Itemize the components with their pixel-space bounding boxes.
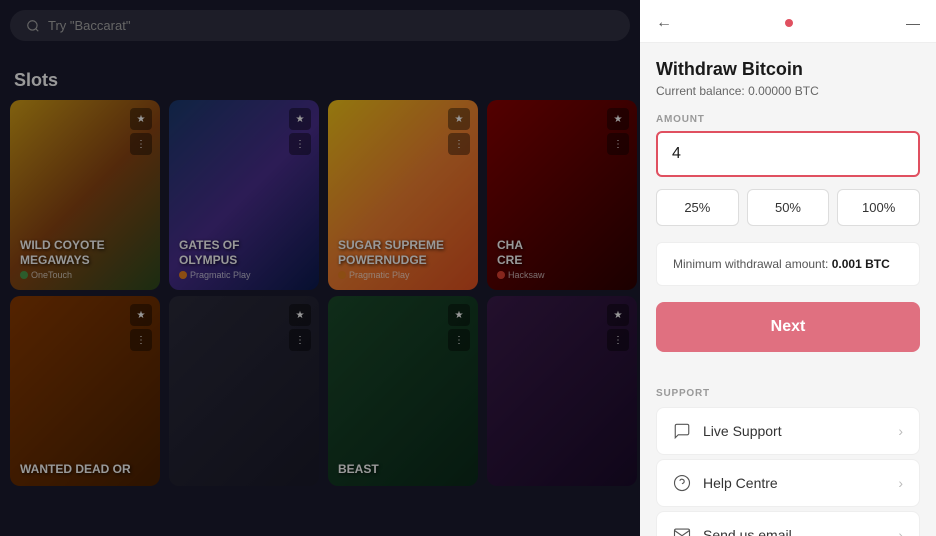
live-support-label: Live Support [703, 423, 886, 439]
pct-100-button[interactable]: 100% [837, 189, 920, 226]
progress-indicator [785, 19, 793, 27]
info-icon[interactable]: ⋮ [289, 329, 311, 351]
slots-heading: Slots [14, 70, 58, 91]
game-grid: ★ ⋮ WILD COYOTEMEGAWAYS OneTouch ★ ⋮ GAT… [10, 100, 640, 486]
chevron-icon: › [898, 527, 903, 536]
favorite-icon[interactable]: ★ [607, 304, 629, 326]
modal-body: Withdraw Bitcoin Current balance: 0.0000… [640, 43, 936, 388]
favorite-icon[interactable]: ★ [130, 108, 152, 130]
next-button[interactable]: Next [656, 302, 920, 352]
info-icon[interactable]: ⋮ [289, 133, 311, 155]
help-centre-item[interactable]: Help Centre › [656, 459, 920, 507]
casino-background: Try "Baccarat" Slots ★ ⋮ WILD COYOTEMEGA… [0, 0, 640, 536]
send-email-item[interactable]: Send us email › [656, 511, 920, 536]
game-title: WANTED DEAD OR [20, 462, 150, 476]
game-title: GATES OFOLYMPUS [179, 238, 309, 267]
pct-50-button[interactable]: 50% [747, 189, 830, 226]
info-icon[interactable]: ⋮ [448, 133, 470, 155]
game-title: WILD COYOTEMEGAWAYS [20, 238, 150, 267]
game-card[interactable]: ★ ⋮ CHACRE Hacksaw [487, 100, 637, 290]
game-provider: Pragmatic Play [179, 270, 309, 280]
search-placeholder: Try "Baccarat" [48, 18, 130, 33]
game-card[interactable]: ★ ⋮ [487, 296, 637, 486]
pct-25-button[interactable]: 25% [656, 189, 739, 226]
balance-label: Current balance: [656, 84, 745, 98]
send-email-label: Send us email [703, 527, 886, 536]
help-icon [673, 474, 691, 492]
game-card[interactable]: ★ ⋮ WANTED DEAD OR [10, 296, 160, 486]
percentage-buttons: 25% 50% 100% [656, 189, 920, 226]
game-title: CHACRE [497, 238, 627, 267]
balance-display: Current balance: 0.00000 BTC [656, 84, 920, 98]
chevron-icon: › [898, 423, 903, 439]
game-provider: OneTouch [20, 270, 150, 280]
game-card[interactable]: ★ ⋮ SUGAR SUPREMEPOWERNUDGE Pragmatic Pl… [328, 100, 478, 290]
min-amount: 0.001 BTC [832, 257, 890, 271]
info-icon[interactable]: ⋮ [448, 329, 470, 351]
info-icon[interactable]: ⋮ [130, 329, 152, 351]
chevron-icon: › [898, 475, 903, 491]
game-card[interactable]: ★ ⋮ GATES OFOLYMPUS Pragmatic Play [169, 100, 319, 290]
favorite-icon[interactable]: ★ [448, 304, 470, 326]
amount-label: AMOUNT [656, 114, 920, 125]
favorite-icon[interactable]: ★ [289, 304, 311, 326]
withdrawal-modal: ← — Withdraw Bitcoin Current balance: 0.… [640, 0, 936, 536]
chat-icon [673, 422, 691, 440]
favorite-icon[interactable]: ★ [448, 108, 470, 130]
info-icon[interactable]: ⋮ [607, 329, 629, 351]
favorite-icon[interactable]: ★ [130, 304, 152, 326]
minimize-button[interactable]: — [906, 15, 920, 31]
info-icon[interactable]: ⋮ [130, 133, 152, 155]
amount-input[interactable] [656, 131, 920, 177]
modal-header: ← — [640, 0, 936, 43]
info-icon[interactable]: ⋮ [607, 133, 629, 155]
game-card[interactable]: ★ ⋮ WILD COYOTEMEGAWAYS OneTouch [10, 100, 160, 290]
game-provider: Pragmatic Play [338, 270, 468, 280]
modal-title: Withdraw Bitcoin [656, 59, 920, 80]
min-label: Minimum withdrawal amount: [673, 257, 828, 271]
game-card[interactable]: ★ ⋮ BEAST [328, 296, 478, 486]
search-bar[interactable]: Try "Baccarat" [10, 10, 630, 41]
favorite-icon[interactable]: ★ [607, 108, 629, 130]
balance-value: 0.00000 BTC [748, 84, 819, 98]
help-centre-label: Help Centre [703, 475, 886, 491]
back-button[interactable]: ← [656, 14, 672, 32]
game-title: SUGAR SUPREMEPOWERNUDGE [338, 238, 468, 267]
min-withdrawal-notice: Minimum withdrawal amount: 0.001 BTC [656, 242, 920, 286]
game-title: BEAST [338, 462, 468, 476]
game-card[interactable]: ★ ⋮ [169, 296, 319, 486]
mail-icon [673, 526, 691, 536]
live-support-item[interactable]: Live Support › [656, 407, 920, 455]
support-section: SUPPORT Live Support › Help Centre › Sen… [640, 388, 936, 536]
game-provider: Hacksaw [497, 270, 627, 280]
favorite-icon[interactable]: ★ [289, 108, 311, 130]
support-label: SUPPORT [656, 388, 920, 399]
